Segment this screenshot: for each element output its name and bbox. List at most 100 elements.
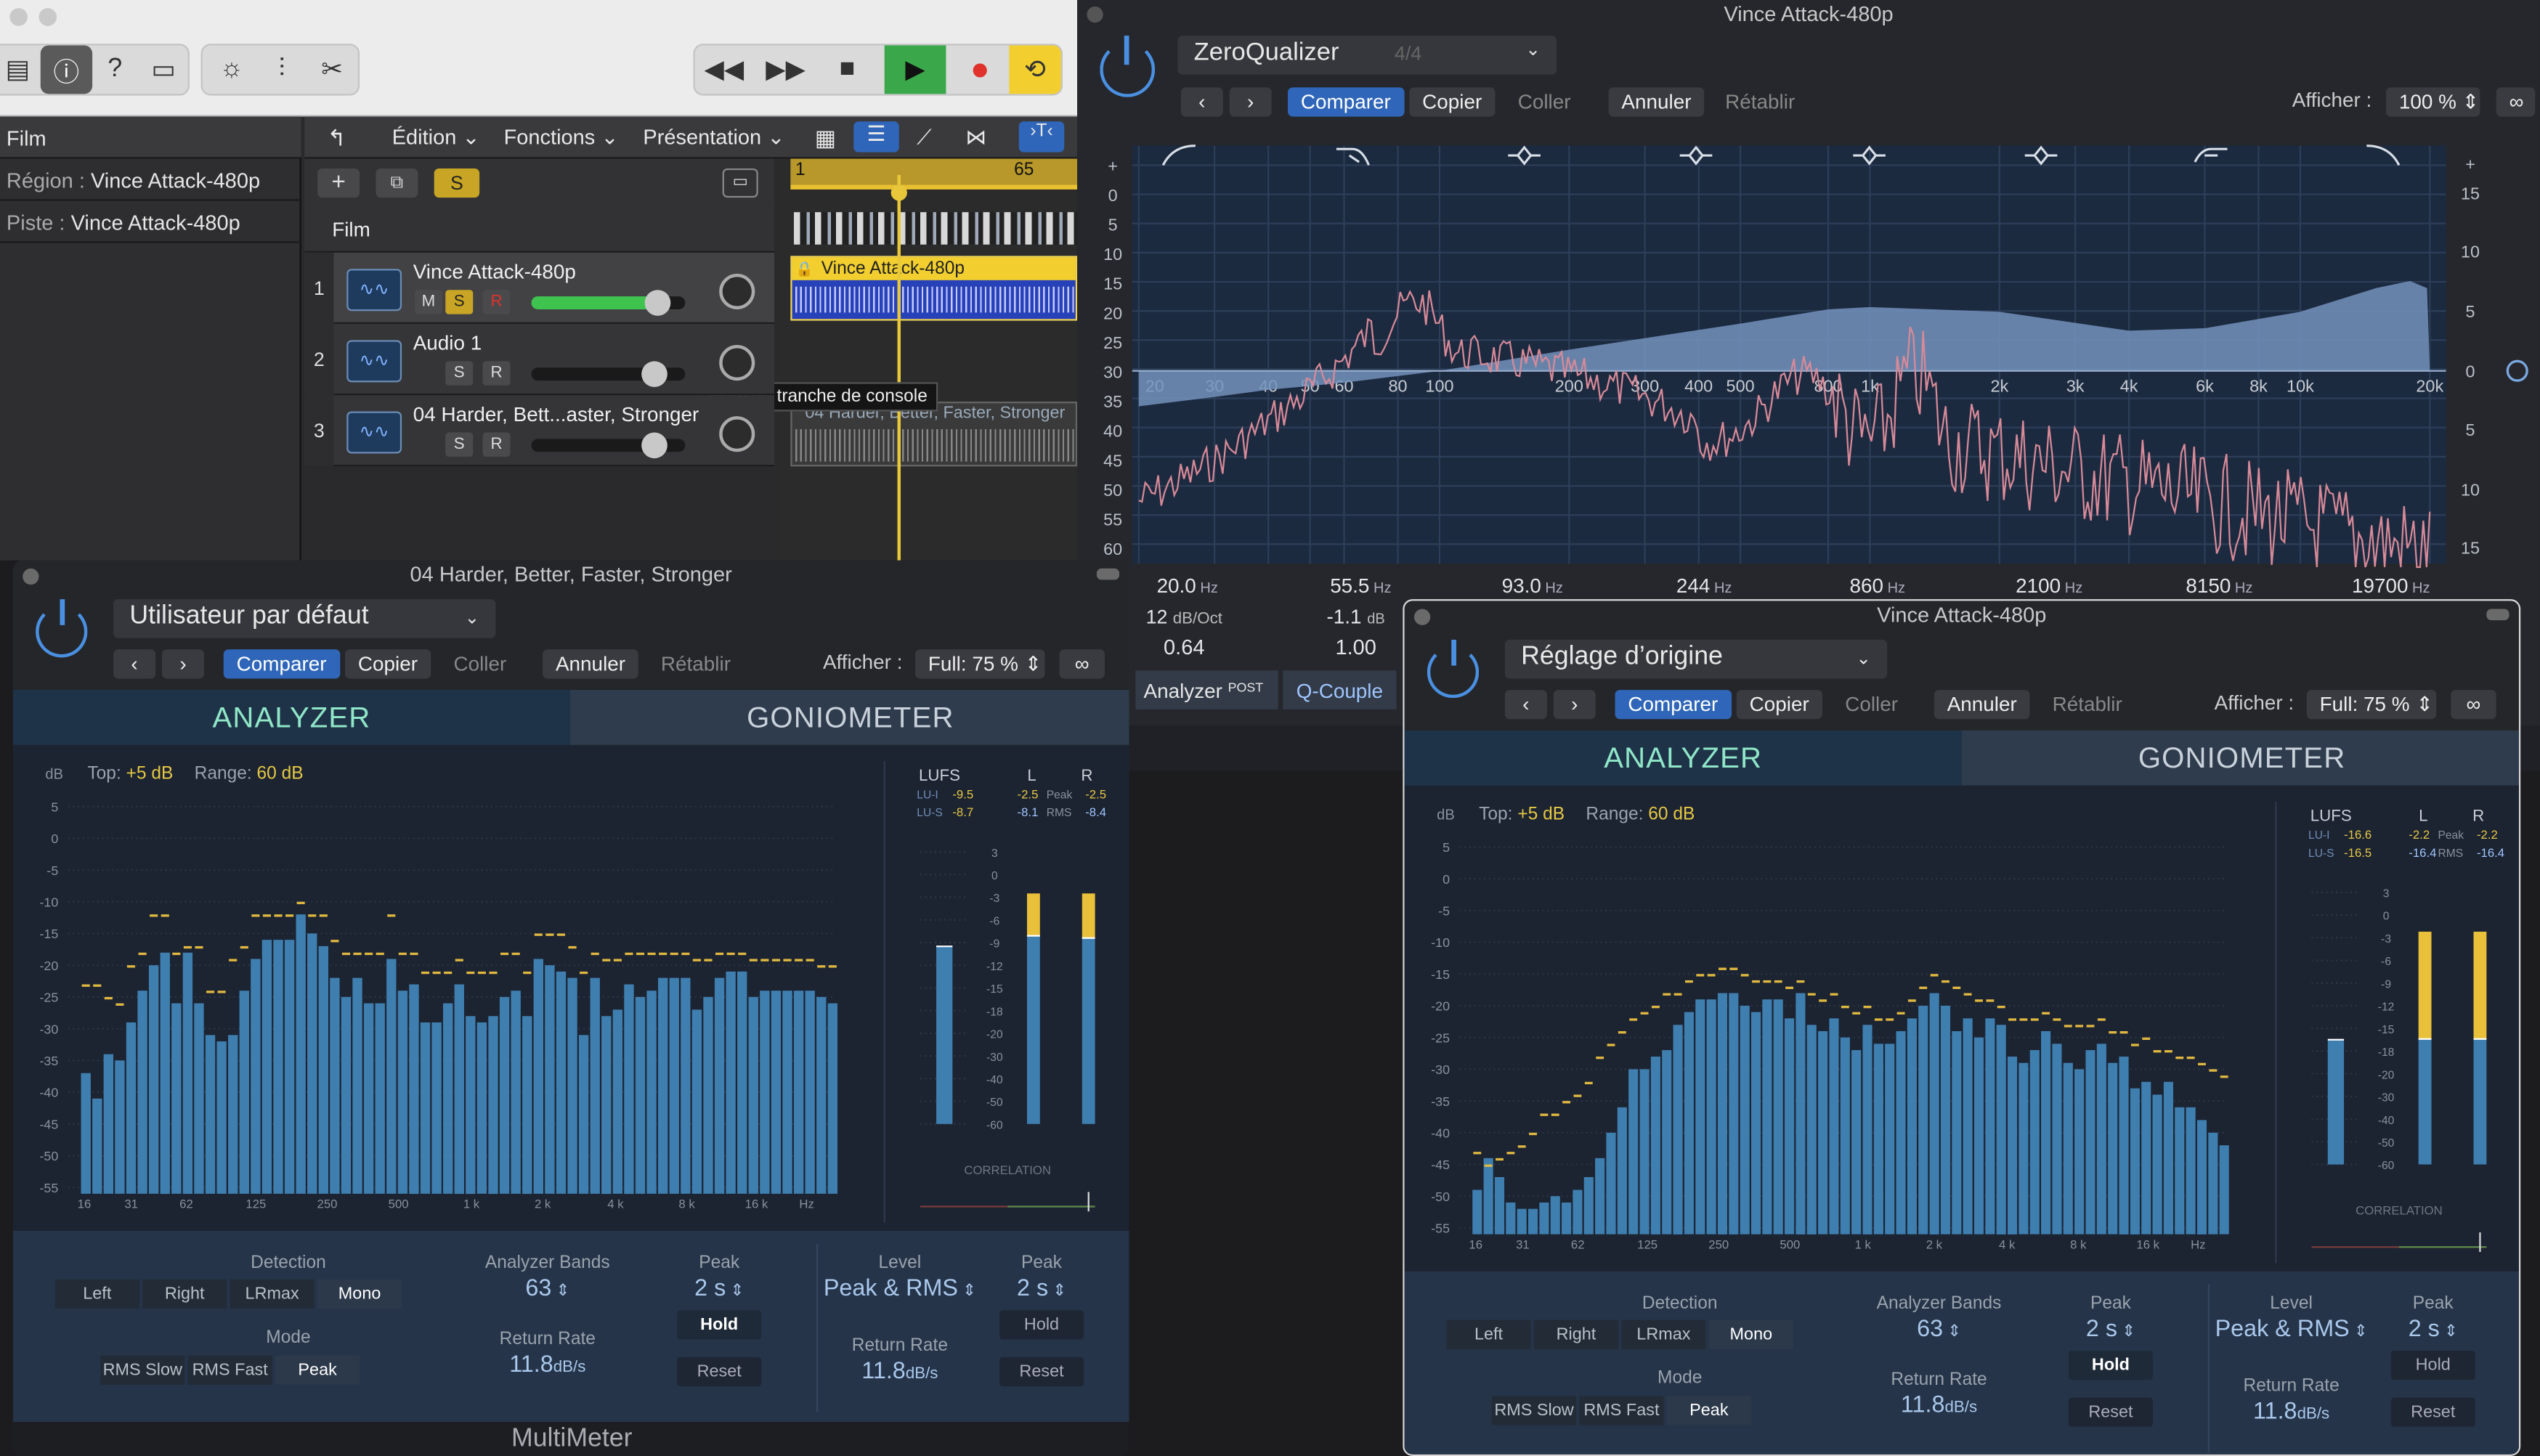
mode-peak[interactable]: Peak	[1666, 1396, 1751, 1426]
fader-knob[interactable]	[641, 432, 668, 459]
paste-button[interactable]: Coller	[1832, 690, 1911, 719]
track-button-s[interactable]: S	[445, 432, 474, 457]
ruler[interactable]	[790, 158, 1078, 185]
fast-forward-icon[interactable]: ▶▶	[760, 45, 811, 94]
compare-button[interactable]: Comparer	[223, 649, 340, 679]
eq-band-1-q[interactable]: 0.64	[1164, 636, 1204, 659]
reset-2-button[interactable]: Reset	[999, 1357, 1084, 1387]
return-rate-2-value[interactable]: 11.8dB/s	[2215, 1399, 2369, 1426]
smart-controls-icon[interactable]: ☼	[206, 45, 257, 94]
range-readout[interactable]: Range: 60 dB	[1586, 804, 1695, 823]
peak-2-value[interactable]: 2 s ⇕	[2377, 1317, 2490, 1343]
duplicate-track-icon[interactable]: ⧉	[376, 168, 418, 198]
track-button-r[interactable]: R	[482, 361, 511, 386]
volume-fader[interactable]	[531, 290, 686, 316]
track-button-s[interactable]: S	[445, 361, 474, 386]
menu-edition[interactable]: Édition ⌄	[392, 125, 480, 151]
volume-fader[interactable]	[531, 432, 686, 459]
mode-rms-slow[interactable]: RMS Slow	[1492, 1396, 1576, 1426]
inspector-icon[interactable]: ⓘ	[40, 45, 93, 94]
track-button-s[interactable]: S	[445, 290, 474, 314]
mode-rms-fast[interactable]: RMS Fast	[187, 1355, 272, 1385]
global-solo-button[interactable]: S	[434, 168, 480, 198]
undo-button[interactable]: Annuler	[1934, 690, 2030, 720]
track-row[interactable]: 3 ∿∿ 04 Harder, Bett...aster, Stronger S R	[304, 395, 775, 467]
eq-paste-button[interactable]: Coller	[1505, 87, 1584, 116]
back-icon[interactable]: ↰	[328, 125, 346, 152]
menu-fonctions[interactable]: Fonctions ⌄	[504, 125, 619, 151]
detection-lrmax[interactable]: LRmax	[1621, 1319, 1706, 1349]
stop-icon[interactable]: ■	[821, 45, 873, 94]
peak-2-value[interactable]: 2 s ⇕	[985, 1276, 1098, 1302]
inspector-track[interactable]: Piste : Vince Attack-480p	[0, 201, 301, 243]
reset-button[interactable]: Reset	[677, 1357, 762, 1387]
top-readout[interactable]: Top: +5 dB	[1479, 804, 1565, 823]
peak-value[interactable]: 2 s ⇕	[2053, 1317, 2170, 1343]
compare-button[interactable]: Comparer	[1615, 690, 1732, 720]
view-select[interactable]: Full: 75 % ⇕	[915, 649, 1045, 679]
detection-mono[interactable]: Mono	[1708, 1319, 1793, 1349]
prev-preset-button[interactable]: ‹	[113, 649, 156, 679]
library-icon[interactable]: ▤	[0, 45, 44, 94]
eq-view-select[interactable]: 100 % ⇕	[2386, 87, 2480, 117]
next-preset-button[interactable]: ›	[1553, 690, 1596, 720]
eq-redo-button[interactable]: Rétablir	[1712, 87, 1808, 116]
eq-gain-knob[interactable]	[2506, 359, 2528, 382]
hold-2-button[interactable]: Hold	[999, 1310, 1084, 1340]
tab-analyzer[interactable]: ANALYZER	[1404, 730, 1962, 786]
catch-icon[interactable]: ▭	[722, 168, 758, 198]
volume-fader[interactable]	[531, 361, 686, 388]
eq-copy-button[interactable]: Copier	[1409, 87, 1496, 117]
scissors-icon[interactable]: ✂	[307, 45, 358, 94]
copy-button[interactable]: Copier	[1736, 690, 1822, 720]
redo-button[interactable]: Rétablir	[2040, 690, 2135, 719]
eq-close-button[interactable]	[1087, 6, 1103, 23]
detection-left[interactable]: Left	[54, 1279, 139, 1309]
analyzer-bands-value[interactable]: 63 ⇕	[1842, 1317, 2037, 1343]
add-track-icon[interactable]: +	[317, 168, 360, 198]
flex-icon[interactable]: ⋈	[965, 125, 986, 151]
range-readout[interactable]: Range: 60 dB	[195, 764, 304, 784]
reset-2-button[interactable]: Reset	[2390, 1397, 2475, 1427]
top-readout[interactable]: Top: +5 dB	[87, 764, 173, 784]
detection-right[interactable]: Right	[1533, 1319, 1618, 1349]
mode-rms-fast[interactable]: RMS Fast	[1579, 1396, 1664, 1426]
play-icon[interactable]: ▶	[884, 45, 946, 94]
detection-right[interactable]: Right	[142, 1279, 227, 1309]
quick-help-icon[interactable]: ?	[89, 45, 141, 94]
mixer-icon[interactable]: ⫶	[256, 45, 307, 94]
fader-knob[interactable]	[644, 290, 671, 316]
eq-compare-button[interactable]: Comparer	[1288, 87, 1404, 117]
analyzer-bands-value[interactable]: 63 ⇕	[450, 1276, 645, 1302]
detection-left[interactable]: Left	[1446, 1319, 1531, 1349]
pan-knob[interactable]	[719, 273, 755, 309]
detection-mono[interactable]: Mono	[317, 1279, 402, 1309]
list-view-icon[interactable]: ☰	[853, 121, 899, 152]
hold-button[interactable]: Hold	[677, 1310, 762, 1340]
toolbar-toggle-icon[interactable]: ▭	[138, 45, 190, 94]
rewind-icon[interactable]: ◀◀	[698, 45, 750, 94]
eq-band-2-q[interactable]: 1.00	[1335, 636, 1376, 659]
menu-presentation[interactable]: Présentation ⌄	[643, 125, 784, 151]
copy-button[interactable]: Copier	[345, 649, 431, 679]
eq-plugin-selector[interactable]: ZeroQualizer 4/4 ⌄	[1177, 36, 1557, 75]
track-button-r[interactable]: R	[482, 432, 511, 457]
meter-collapse-button[interactable]	[1096, 568, 1120, 580]
track-button-r[interactable]: R	[482, 290, 511, 314]
mode-rms-slow[interactable]: RMS Slow	[100, 1355, 185, 1385]
preset-selector[interactable]: Réglage d’origine ⌄	[1504, 639, 1888, 679]
pan-knob[interactable]	[719, 416, 755, 452]
next-preset-button[interactable]: ›	[162, 649, 205, 679]
window-minimize-button[interactable]	[38, 8, 57, 26]
reset-button[interactable]: Reset	[2068, 1397, 2153, 1427]
cycle-icon[interactable]: ⟲	[1009, 45, 1061, 94]
peak-value[interactable]: 2 s ⇕	[661, 1276, 778, 1302]
record-icon[interactable]: ●	[954, 45, 1006, 94]
view-select[interactable]: Full: 75 % ⇕	[2306, 690, 2437, 720]
tab-goniometer[interactable]: GONIOMETER	[570, 690, 1129, 745]
window-close-button[interactable]	[9, 8, 28, 26]
prev-preset-button[interactable]: ‹	[1504, 690, 1547, 720]
undo-button[interactable]: Annuler	[543, 649, 638, 679]
track-row[interactable]: 2 ∿∿ Audio 1 SR	[304, 324, 775, 396]
inspector-region[interactable]: Région : Vince Attack-480p	[0, 159, 301, 201]
